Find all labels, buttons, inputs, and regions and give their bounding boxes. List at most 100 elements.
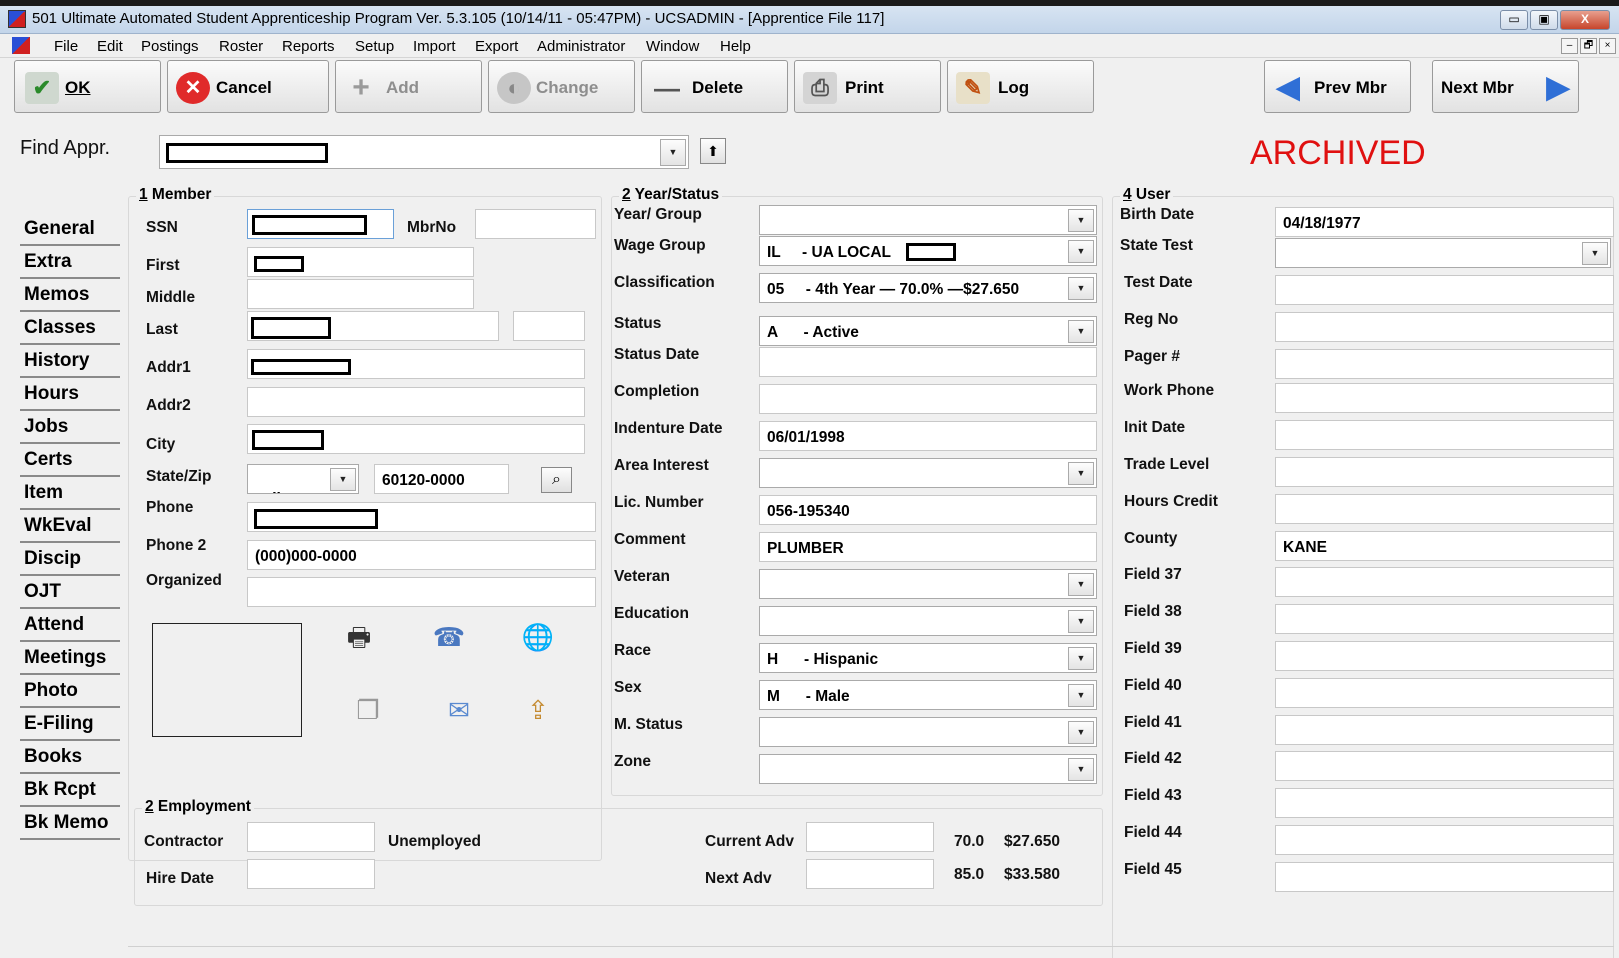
minimize-button[interactable]: ▭ — [1500, 10, 1528, 30]
classification-combo[interactable]: 05 - 4th Year — 70.0% —$27.650 ▼ — [759, 273, 1097, 303]
menu-postings[interactable]: Postings — [141, 38, 199, 55]
tab-e-filing[interactable]: E-Filing — [20, 711, 120, 741]
chevron-down-icon[interactable]: ▼ — [330, 468, 356, 491]
area-interest-combo[interactable]: ▼ — [759, 458, 1097, 488]
veteran-combo[interactable]: ▼ — [759, 569, 1097, 599]
zip-field[interactable]: 60120-0000 — [374, 464, 509, 494]
init-date-field[interactable] — [1275, 420, 1614, 450]
menu-import[interactable]: Import — [413, 38, 456, 55]
ok-button[interactable]: ✔ OK — [14, 60, 161, 113]
cancel-button[interactable]: ✕ Cancel — [167, 60, 329, 113]
county-field[interactable]: KANE — [1275, 531, 1614, 561]
menu-window[interactable]: Window — [646, 38, 699, 55]
chevron-down-icon[interactable]: ▼ — [1068, 277, 1094, 300]
mdi-restore-button[interactable]: 🗗 — [1580, 38, 1597, 54]
phone2-field[interactable]: (000)000-0000 — [247, 540, 596, 570]
hire-date-field[interactable] — [247, 859, 375, 889]
field-38-field[interactable] — [1275, 604, 1614, 634]
scanner-icon[interactable]: 🖶 — [340, 618, 378, 656]
chevron-down-icon[interactable]: ▼ — [1068, 573, 1094, 596]
export-box-icon[interactable]: ⇪ — [519, 691, 557, 729]
tab-hours[interactable]: Hours — [20, 381, 120, 411]
zone-combo[interactable]: ▼ — [759, 754, 1097, 784]
chevron-down-icon[interactable]: ▼ — [1068, 758, 1094, 781]
globe-icon[interactable]: 🌐 — [519, 618, 557, 656]
chevron-down-icon[interactable]: ▼ — [660, 139, 686, 166]
tab-bk-rcpt[interactable]: Bk Rcpt — [20, 777, 120, 807]
state-test-combo[interactable]: ▼ — [1275, 238, 1611, 268]
tab-books[interactable]: Books — [20, 744, 120, 774]
chevron-down-icon[interactable]: ▼ — [1068, 684, 1094, 707]
menu-edit[interactable]: Edit — [97, 38, 123, 55]
add-button[interactable]: + Add — [335, 60, 482, 113]
comment-field[interactable]: PLUMBER — [759, 532, 1097, 562]
tab-wkeval[interactable]: WkEval — [20, 513, 120, 543]
completion-field[interactable] — [759, 384, 1097, 414]
field-41-field[interactable] — [1275, 715, 1614, 745]
addr2-field[interactable] — [247, 387, 585, 417]
field-42-field[interactable] — [1275, 751, 1614, 781]
tab-photo[interactable]: Photo — [20, 678, 120, 708]
race-combo[interactable]: H - Hispanic ▼ — [759, 643, 1097, 673]
chevron-down-icon[interactable]: ▼ — [1068, 721, 1094, 744]
find-appr-combo[interactable]: ▼ — [159, 135, 689, 169]
envelope-icon[interactable]: ✉ — [440, 691, 478, 729]
chevron-down-icon[interactable]: ▼ — [1068, 462, 1094, 485]
chevron-down-icon[interactable]: ▼ — [1068, 320, 1094, 343]
trade-level-field[interactable] — [1275, 457, 1614, 487]
m-status-combo[interactable]: ▼ — [759, 717, 1097, 747]
pager-field[interactable] — [1275, 349, 1614, 379]
last-name-field[interactable] — [247, 311, 499, 341]
find-up-button[interactable]: ⬆ — [700, 138, 726, 164]
year-group-combo[interactable]: ▼ — [759, 205, 1097, 235]
menu-reports[interactable]: Reports — [282, 38, 335, 55]
field-39-field[interactable] — [1275, 641, 1614, 671]
tab-discip[interactable]: Discip — [20, 546, 120, 576]
field-45-field[interactable] — [1275, 862, 1614, 892]
hours-credit-field[interactable] — [1275, 494, 1614, 524]
mdi-close-button[interactable]: × — [1599, 38, 1616, 54]
tab-classes[interactable]: Classes — [20, 315, 120, 345]
delete-button[interactable]: — Delete — [641, 60, 788, 113]
city-field[interactable] — [247, 424, 585, 454]
photo-frame[interactable] — [152, 623, 302, 737]
lic-number-field[interactable]: 056-195340 — [759, 495, 1097, 525]
log-button[interactable]: ✎ Log — [947, 60, 1094, 113]
ssn-field[interactable] — [247, 209, 394, 239]
menu-help[interactable]: Help — [720, 38, 751, 55]
prev-member-button[interactable]: ◀ Prev Mbr — [1264, 60, 1411, 113]
tab-item[interactable]: Item — [20, 480, 120, 510]
mdi-minimize-button[interactable]: – — [1561, 38, 1578, 54]
telephone-icon[interactable]: ☎ — [430, 618, 468, 656]
chevron-down-icon[interactable]: ▼ — [1068, 610, 1094, 633]
chevron-down-icon[interactable]: ▼ — [1068, 647, 1094, 670]
state-combo[interactable]: IL ▼ — [247, 464, 359, 494]
chevron-down-icon[interactable]: ▼ — [1068, 240, 1094, 263]
last-suffix-field[interactable] — [513, 311, 585, 341]
tab-history[interactable]: History — [20, 348, 120, 378]
sex-combo[interactable]: M - Male ▼ — [759, 680, 1097, 710]
test-date-field[interactable] — [1275, 275, 1614, 305]
chevron-down-icon[interactable]: ▼ — [1582, 242, 1608, 265]
phone-field[interactable] — [247, 502, 596, 532]
middle-name-field[interactable] — [247, 279, 474, 309]
tab-bk-memo[interactable]: Bk Memo — [20, 810, 120, 840]
close-button[interactable]: X — [1560, 10, 1610, 30]
wage-group-combo[interactable]: IL - UA LOCAL ▼ — [759, 236, 1097, 266]
tab-extra[interactable]: Extra — [20, 249, 120, 279]
birth-date-field[interactable]: 04/18/1977 — [1275, 207, 1614, 237]
chevron-down-icon[interactable]: ▼ — [1068, 209, 1094, 232]
tab-memos[interactable]: Memos — [20, 282, 120, 312]
menu-export[interactable]: Export — [475, 38, 518, 55]
status-date-field[interactable] — [759, 347, 1097, 377]
menu-setup[interactable]: Setup — [355, 38, 394, 55]
tab-ojt[interactable]: OJT — [20, 579, 120, 609]
first-name-field[interactable] — [247, 247, 474, 277]
status-combo[interactable]: A - Active ▼ — [759, 316, 1097, 346]
next-member-button[interactable]: Next Mbr ▶ — [1432, 60, 1579, 113]
contractor-field[interactable] — [247, 822, 375, 852]
field-37-field[interactable] — [1275, 567, 1614, 597]
tab-general[interactable]: General — [20, 216, 120, 246]
mbrno-field[interactable] — [475, 209, 596, 239]
menu-file[interactable]: File — [54, 38, 78, 55]
